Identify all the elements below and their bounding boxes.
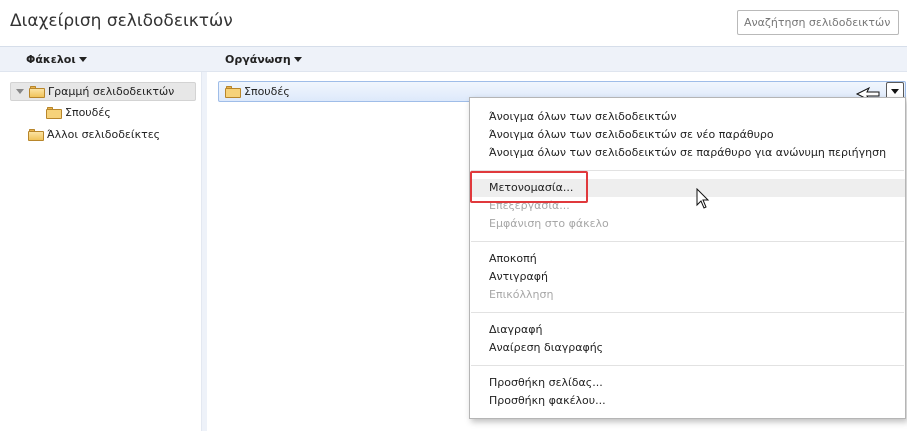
organize-menu-button[interactable]: Οργάνωση	[225, 53, 302, 66]
menu-item-cut[interactable]: Αποκοπή	[470, 250, 905, 268]
menu-item-undo-delete[interactable]: Αναίρεση διαγραφής	[470, 339, 905, 357]
menu-item-copy[interactable]: Αντιγραφή	[470, 268, 905, 286]
menu-separator	[471, 312, 904, 313]
tree-item-bookmarks-bar[interactable]: Γραμμή σελιδοδεικτών	[10, 82, 196, 101]
search-input[interactable]	[737, 10, 899, 35]
menu-item-paste: Επικόλληση	[489, 288, 554, 301]
pointer-cursor-icon	[696, 188, 710, 209]
caret-down-icon	[78, 57, 87, 62]
page-title: Διαχείριση σελιδοδεικτών	[10, 11, 233, 31]
folders-menu-label: Φάκελοι	[26, 53, 76, 66]
menu-item-add-folder[interactable]: Προσθήκη φακέλου...	[470, 392, 905, 410]
organize-menu-label: Οργάνωση	[225, 53, 291, 66]
menu-item-add-page[interactable]: Προσθήκη σελίδας...	[470, 374, 905, 392]
menu-item-open-all[interactable]: Άνοιγμα όλων των σελιδοδεικτών	[470, 108, 905, 126]
menu-item-delete[interactable]: Διαγραφή	[470, 321, 905, 339]
caret-down-icon	[293, 57, 302, 62]
folder-icon	[225, 85, 241, 98]
tree-item-label: Άλλοι σελιδοδείκτες	[47, 128, 161, 141]
context-menu: Άνοιγμα όλων των σελιδοδεικτών Άνοιγμα ό…	[469, 97, 906, 419]
menu-item-open-all-incognito[interactable]: Άνοιγμα όλων των σελιδοδεικτών σε παράθυ…	[470, 144, 905, 162]
caret-down-icon	[891, 89, 899, 94]
folders-menu-button[interactable]: Φάκελοι	[26, 53, 87, 66]
tree-item-studies[interactable]: Σπουδές	[46, 103, 166, 122]
menu-item-show-in-folder: Εμφάνιση στο φάκελο	[489, 217, 609, 230]
folder-open-icon	[29, 85, 45, 98]
tree-item-other-bookmarks[interactable]: Άλλοι σελιδοδείκτες	[28, 125, 188, 144]
tree-item-label: Γραμμή σελιδοδεικτών	[48, 85, 175, 98]
menu-separator	[471, 241, 904, 242]
menu-item-open-all-new-window[interactable]: Άνοιγμα όλων των σελιδοδεικτών σε νέο πα…	[470, 126, 905, 144]
folder-icon	[46, 106, 62, 119]
header: Διαχείριση σελιδοδεικτών	[0, 0, 907, 46]
folder-open-icon	[28, 128, 44, 141]
highlight-annotation	[470, 171, 588, 203]
menu-separator	[471, 365, 904, 366]
toolbar: Φάκελοι Οργάνωση	[0, 46, 907, 72]
tree-item-label: Σπουδές	[65, 106, 111, 119]
expand-triangle-icon[interactable]	[16, 89, 24, 94]
list-item-label: Σπουδές	[244, 85, 290, 98]
